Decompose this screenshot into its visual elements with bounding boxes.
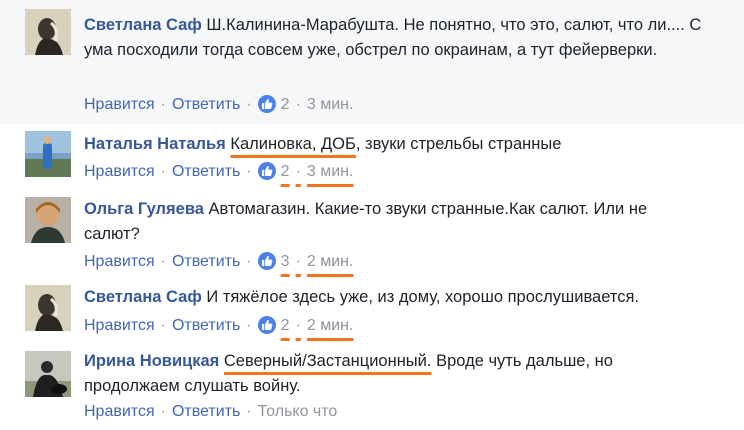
comment-item: Ольга Гуляева Автомагазин. Какие-то звук… xyxy=(0,187,744,283)
separator-dot: · xyxy=(246,163,252,181)
reaction-group: 2 · 3 мин. xyxy=(257,162,354,180)
timestamp[interactable]: 2 мин. xyxy=(307,317,354,334)
thumbs-up-icon[interactable] xyxy=(257,316,276,334)
comment-text-highlight: Калиновка, ДОБ xyxy=(230,135,356,153)
like-link[interactable]: Нравится xyxy=(84,96,155,113)
comment-actions: Нравится · Ответить · 2 · 3 мин. xyxy=(84,93,353,117)
avatar[interactable] xyxy=(25,285,71,331)
separator-dot: · xyxy=(295,317,301,334)
separator-dot: · xyxy=(160,253,166,271)
like-link[interactable]: Нравится xyxy=(84,317,155,334)
comment-text-highlight: Северный/Застанционный. xyxy=(223,352,432,370)
like-link[interactable]: Нравится xyxy=(84,163,155,180)
reaction-group: 3 · 2 мин. xyxy=(257,252,354,270)
comment-item: Ирина Новицкая Северный/Застанционный. В… xyxy=(0,345,744,430)
comment-author[interactable]: Светлана Саф xyxy=(84,288,202,306)
avatar[interactable] xyxy=(25,197,71,243)
comment-author[interactable]: Ирина Новицкая xyxy=(84,352,219,370)
avatar-photo-icon xyxy=(25,351,71,397)
avatar[interactable] xyxy=(25,9,71,55)
reply-link[interactable]: Ответить xyxy=(172,253,240,270)
comment-actions: Нравится · Ответить · Только что xyxy=(84,400,337,424)
avatar-photo-icon xyxy=(25,131,71,177)
thumbs-up-icon[interactable] xyxy=(257,95,276,113)
reply-link[interactable]: Ответить xyxy=(172,96,240,113)
separator-dot: · xyxy=(160,403,166,420)
reply-link[interactable]: Ответить xyxy=(172,163,240,180)
separator-dot: · xyxy=(246,403,252,420)
avatar-photo-icon xyxy=(25,9,71,55)
thumbs-up-icon[interactable] xyxy=(257,252,276,270)
separator-dot: · xyxy=(246,253,252,271)
like-link[interactable]: Нравится xyxy=(84,253,155,270)
avatar-photo-icon xyxy=(25,197,71,243)
separator-dot: · xyxy=(295,253,301,270)
timestamp[interactable]: 3 мин. xyxy=(307,96,354,113)
timestamp[interactable]: 3 мин. xyxy=(307,163,354,180)
comment-actions: Нравится · Ответить · 2 · 2 мин. xyxy=(84,314,353,338)
separator-dot: · xyxy=(160,317,166,335)
separator-dot: · xyxy=(160,163,166,181)
comment-text: , звуки стрельбы странные xyxy=(355,135,562,153)
reaction-count[interactable]: 3 xyxy=(281,253,290,270)
reaction-count[interactable]: 2 xyxy=(281,163,290,180)
comment-actions: Нравится · Ответить · 2 · 3 мин. xyxy=(84,160,353,184)
avatar-photo-icon xyxy=(25,285,71,331)
comment-author[interactable]: Наталья Наталья xyxy=(84,135,226,153)
separator-dot: · xyxy=(160,96,166,113)
thumbs-up-icon[interactable] xyxy=(257,162,276,180)
reply-link[interactable]: Ответить xyxy=(172,317,240,334)
comment-author[interactable]: Ольга Гуляева xyxy=(84,200,204,218)
avatar[interactable] xyxy=(25,351,71,397)
comment-item: Светлана Саф И тяжёлое здесь уже, из дом… xyxy=(0,283,744,345)
reaction-group: 2 · 2 мин. xyxy=(257,316,354,334)
comment-item: Наталья Наталья Калиновка, ДОБ, звуки ст… xyxy=(0,124,744,187)
reaction-count[interactable]: 2 xyxy=(281,96,290,113)
separator-dot: · xyxy=(246,317,252,335)
timestamp[interactable]: 2 мин. xyxy=(307,253,354,270)
separator-dot: · xyxy=(246,96,252,113)
timestamp[interactable]: Только что xyxy=(258,403,338,420)
like-link[interactable]: Нравится xyxy=(84,403,155,420)
comment-item: Светлана Саф Ш.Калинина-Марабушта. Не по… xyxy=(0,0,744,124)
reply-link[interactable]: Ответить xyxy=(172,403,240,420)
comment-actions: Нравится · Ответить · 3 · 2 мин. xyxy=(84,250,353,274)
separator-dot: · xyxy=(295,163,301,180)
comment-text: И тяжёлое здесь уже, из дому, хорошо про… xyxy=(206,288,639,306)
separator-dot: · xyxy=(295,96,301,113)
reaction-count[interactable]: 2 xyxy=(281,317,290,334)
comment-author[interactable]: Светлана Саф xyxy=(84,16,202,34)
avatar[interactable] xyxy=(25,131,71,177)
